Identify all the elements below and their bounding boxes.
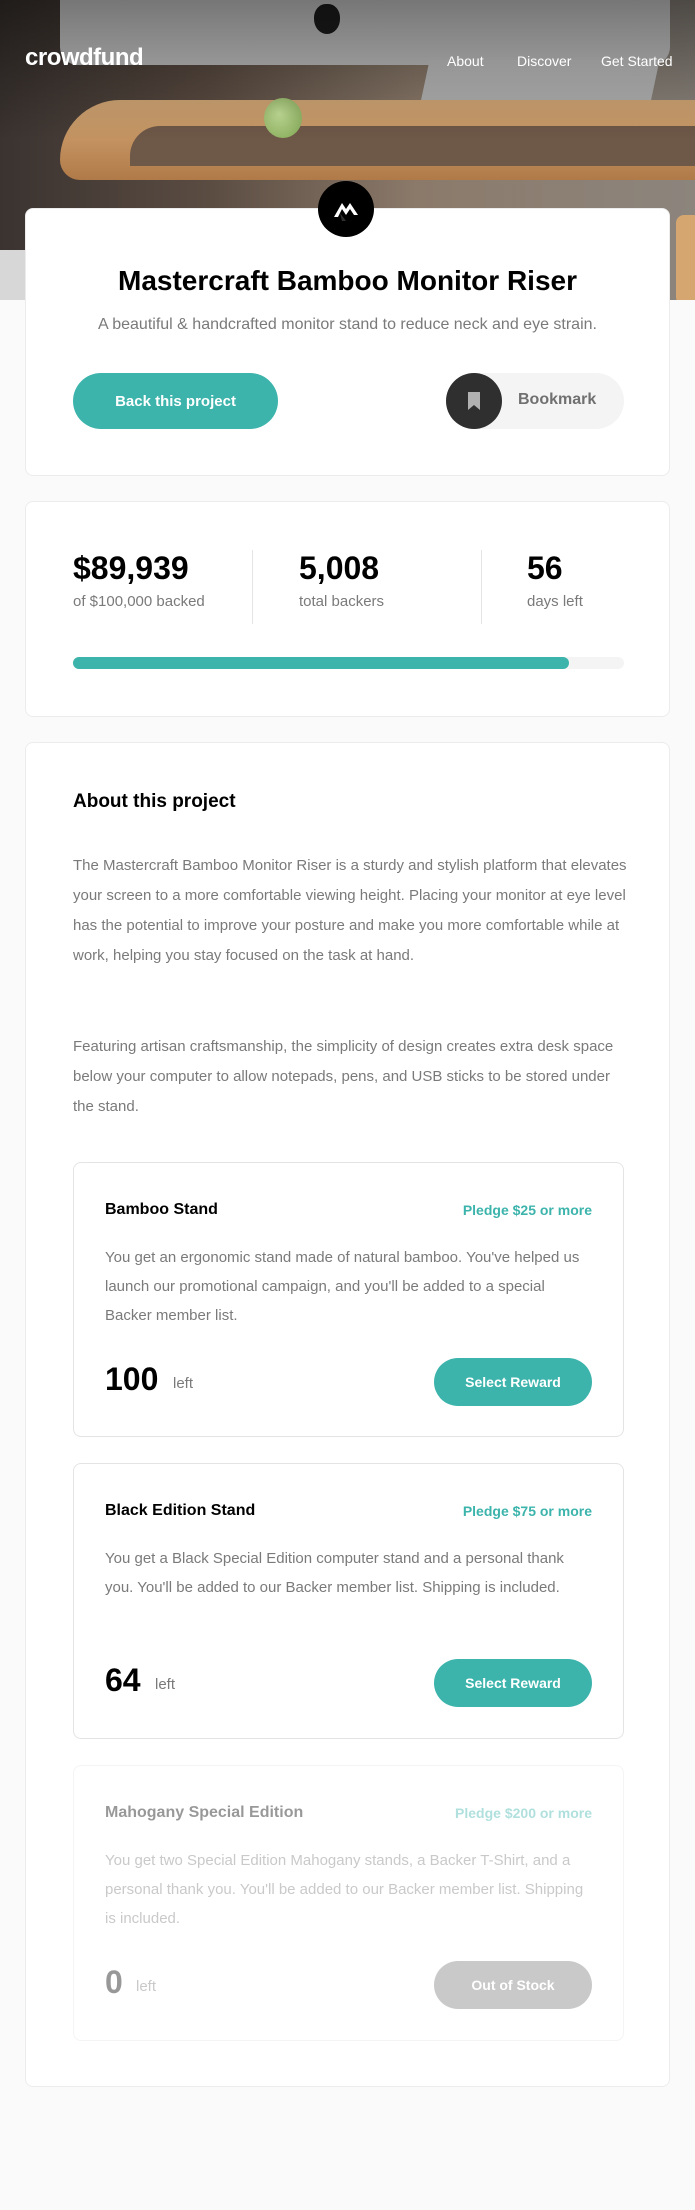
brand-logo[interactable]: crowdfund [25,44,144,72]
stat-days: 56 days left [527,550,583,610]
backed-amount: $89,939 [73,550,189,586]
about-title: About this project [73,791,236,812]
reward-card-black-edition: Black Edition Stand Pledge $75 or more Y… [73,1463,624,1739]
nav-link-get-started[interactable]: Get Started [601,53,673,69]
days-count: 56 [527,550,563,586]
out-of-stock-button: Out of Stock [434,1961,592,2009]
bookmark-label: Bookmark [518,391,597,408]
cup-shape [676,215,695,300]
project-title: Mastercraft Bamboo Monitor Riser [118,265,577,296]
reward-description: You get a Black Special Edition computer… [105,1550,564,1596]
reward-name: Mahogany Special Edition [105,1804,304,1821]
reward-description: You get two Special Edition Mahogany sta… [105,1852,584,1927]
stat-backed: $89,939 of $100,000 backed [73,550,205,610]
stat-divider [252,550,253,624]
backed-label: of $100,000 backed [73,593,205,610]
top-nav: crowdfund About Discover Get Started [0,0,695,120]
about-card: About this project The Mastercraft Bambo… [25,742,670,2087]
reward-left-label: left [173,1375,194,1392]
nav-link-about[interactable]: About [447,53,484,69]
about-paragraph: Featuring artisan craftsmanship, the sim… [73,1038,614,1115]
backers-label: total backers [299,593,385,610]
select-reward-button[interactable]: Select Reward [434,1659,592,1707]
reward-name: Bamboo Stand [105,1201,218,1218]
bookmark-icon [446,373,502,429]
back-project-button[interactable]: Back this project [73,373,278,429]
progress-fill [73,657,569,669]
reward-pledge: Pledge $25 or more [462,1202,592,1218]
backers-count: 5,008 [299,550,380,586]
reward-name: Black Edition Stand [105,1502,256,1519]
project-intro-card: Mastercraft Bamboo Monitor Riser A beaut… [25,208,670,476]
bookmark-button[interactable]: Bookmark [446,373,624,429]
stat-divider [481,550,482,624]
reward-card-bamboo: Bamboo Stand Pledge $25 or more You get … [73,1162,624,1437]
reward-count: 100 [105,1361,159,1397]
reward-count: 0 [105,1964,123,2000]
project-subtitle: A beautiful & handcrafted monitor stand … [98,316,597,333]
mastercraft-logo-icon [318,181,374,237]
reward-left-label: left [155,1676,176,1693]
reward-count: 64 [105,1662,141,1698]
select-reward-button[interactable]: Select Reward [434,1358,592,1406]
reward-pledge: Pledge $75 or more [462,1503,592,1519]
about-paragraph: The Mastercraft Bamboo Monitor Riser is … [73,857,627,964]
nav-link-discover[interactable]: Discover [517,53,571,69]
reward-card-mahogany: Mahogany Special Edition Pledge $200 or … [73,1765,624,2041]
stat-backers: 5,008 total backers [299,550,384,610]
reward-description: You get an ergonomic stand made of natur… [105,1249,580,1324]
days-label: days left [527,593,583,610]
reward-pledge: Pledge $200 or more [455,1805,592,1821]
reward-left-label: left [136,1978,157,1995]
progress-bar [73,657,624,669]
stats-card: $89,939 of $100,000 backed 5,008 total b… [25,501,670,717]
